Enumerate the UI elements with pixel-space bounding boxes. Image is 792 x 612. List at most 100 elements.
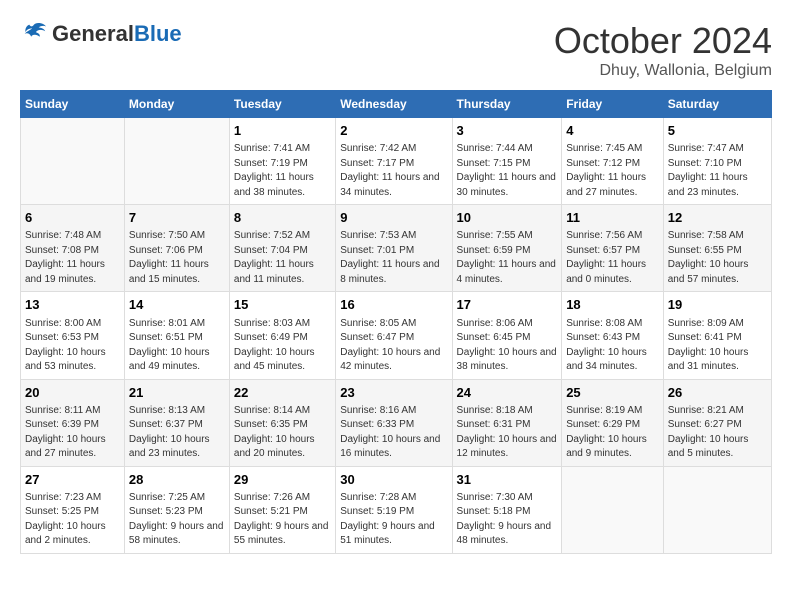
- day-number: 17: [457, 296, 558, 314]
- logo-text: GeneralBlue: [52, 22, 182, 46]
- day-info: Sunrise: 8:00 AM Sunset: 6:53 PM Dayligh…: [25, 317, 120, 375]
- column-header-saturday: Saturday: [663, 91, 771, 118]
- calendar-cell: 6Sunrise: 7:48 AM Sunset: 7:08 PM Daylig…: [21, 205, 125, 292]
- calendar-cell: 16 Sunrise: 8:05 AM Sunset: 6:47 PM Dayli…: [336, 292, 452, 379]
- calendar-cell: 21Sunrise: 8:13 AM Sunset: 6:37 PM Dayli…: [124, 379, 229, 466]
- day-info: Sunrise: 8:08 AM Sunset: 6:43 PM Dayligh…: [566, 317, 659, 375]
- day-info: Sunrise: 8:18 AM Sunset: 6:31 PM Dayligh…: [457, 404, 558, 462]
- day-info: Sunrise: 7:47 AM Sunset: 7:10 PM Dayligh…: [668, 142, 767, 200]
- calendar-cell: 15 Sunrise: 8:03 AM Sunset: 6:49 PM Dayli…: [229, 292, 335, 379]
- day-info: Sunrise: 7:28 AM Sunset: 5:19 PM Dayligh…: [340, 491, 447, 549]
- calendar-cell: 31 Sunrise: 7:30 AM Sunset: 5:18 PM Dayli…: [452, 466, 562, 553]
- calendar-cell: 10 Sunrise: 7:55 AM Sunset: 6:59 PM Dayli…: [452, 205, 562, 292]
- day-info: Sunrise: 7:30 AM Sunset: 5:18 PM Dayligh…: [457, 491, 558, 549]
- day-number: 19: [668, 296, 767, 314]
- day-number: 30: [340, 471, 447, 489]
- location-subtitle: Dhuy, Wallonia, Belgium: [554, 62, 772, 80]
- day-info: Sunrise: 8:03 AM Sunset: 6:49 PM Dayligh…: [234, 317, 331, 375]
- day-number: 6: [25, 209, 120, 227]
- column-header-thursday: Thursday: [452, 91, 562, 118]
- calendar-cell: 29 Sunrise: 7:26 AM Sunset: 5:21 PM Dayli…: [229, 466, 335, 553]
- day-info: Sunrise: 8:19 AM Sunset: 6:29 PM Dayligh…: [566, 404, 659, 462]
- column-header-friday: Friday: [562, 91, 664, 118]
- day-number: 12: [668, 209, 767, 227]
- day-info: Sunrise: 7:25 AM Sunset: 5:23 PM Dayligh…: [129, 491, 225, 549]
- calendar-cell: 25 Sunrise: 8:19 AM Sunset: 6:29 PM Dayli…: [562, 379, 664, 466]
- day-number: 7: [129, 209, 225, 227]
- day-number: 4: [566, 122, 659, 140]
- calendar-cell: 2 Sunrise: 7:42 AM Sunset: 7:17 PM Daylig…: [336, 118, 452, 205]
- calendar-week-2: 6Sunrise: 7:48 AM Sunset: 7:08 PM Daylig…: [21, 205, 772, 292]
- day-info: Sunrise: 8:01 AM Sunset: 6:51 PM Dayligh…: [129, 317, 225, 375]
- calendar-cell: 12 Sunrise: 7:58 AM Sunset: 6:55 PM Dayli…: [663, 205, 771, 292]
- day-number: 25: [566, 384, 659, 402]
- column-header-monday: Monday: [124, 91, 229, 118]
- month-title: October 2024: [554, 20, 772, 62]
- day-number: 13: [25, 296, 120, 314]
- day-number: 2: [340, 122, 447, 140]
- day-number: 23: [340, 384, 447, 402]
- day-number: 18: [566, 296, 659, 314]
- day-info: Sunrise: 8:14 AM Sunset: 6:35 PM Dayligh…: [234, 404, 331, 462]
- calendar-cell: 30 Sunrise: 7:28 AM Sunset: 5:19 PM Dayli…: [336, 466, 452, 553]
- calendar-cell: 26 Sunrise: 8:21 AM Sunset: 6:27 PM Dayli…: [663, 379, 771, 466]
- calendar-header: SundayMondayTuesdayWednesdayThursdayFrid…: [21, 91, 772, 118]
- calendar-cell: 4Sunrise: 7:45 AM Sunset: 7:12 PM Daylig…: [562, 118, 664, 205]
- day-info: Sunrise: 8:06 AM Sunset: 6:45 PM Dayligh…: [457, 317, 558, 375]
- logo: GeneralBlue: [20, 20, 182, 48]
- day-info: Sunrise: 7:41 AM Sunset: 7:19 PM Dayligh…: [234, 142, 331, 200]
- calendar-cell: 27Sunrise: 7:23 AM Sunset: 5:25 PM Dayli…: [21, 466, 125, 553]
- calendar-cell: [124, 118, 229, 205]
- day-number: 11: [566, 209, 659, 227]
- day-info: Sunrise: 8:09 AM Sunset: 6:41 PM Dayligh…: [668, 317, 767, 375]
- calendar-cell: [562, 466, 664, 553]
- column-header-wednesday: Wednesday: [336, 91, 452, 118]
- calendar-cell: 11 Sunrise: 7:56 AM Sunset: 6:57 PM Dayli…: [562, 205, 664, 292]
- day-number: 10: [457, 209, 558, 227]
- calendar-cell: 7Sunrise: 7:50 AM Sunset: 7:06 PM Daylig…: [124, 205, 229, 292]
- day-number: 21: [129, 384, 225, 402]
- day-number: 5: [668, 122, 767, 140]
- day-info: Sunrise: 7:53 AM Sunset: 7:01 PM Dayligh…: [340, 229, 447, 287]
- day-number: 3: [457, 122, 558, 140]
- day-number: 31: [457, 471, 558, 489]
- day-info: Sunrise: 7:58 AM Sunset: 6:55 PM Dayligh…: [668, 229, 767, 287]
- day-number: 24: [457, 384, 558, 402]
- header-row: SundayMondayTuesdayWednesdayThursdayFrid…: [21, 91, 772, 118]
- day-info: Sunrise: 8:05 AM Sunset: 6:47 PM Dayligh…: [340, 317, 447, 375]
- calendar-cell: [663, 466, 771, 553]
- calendar-week-3: 13 Sunrise: 8:00 AM Sunset: 6:53 PM Dayli…: [21, 292, 772, 379]
- logo-bird-icon: [20, 20, 48, 48]
- column-header-sunday: Sunday: [21, 91, 125, 118]
- calendar-cell: [21, 118, 125, 205]
- calendar-cell: 13 Sunrise: 8:00 AM Sunset: 6:53 PM Dayli…: [21, 292, 125, 379]
- day-info: Sunrise: 7:26 AM Sunset: 5:21 PM Dayligh…: [234, 491, 331, 549]
- calendar-cell: 17 Sunrise: 8:06 AM Sunset: 6:45 PM Dayli…: [452, 292, 562, 379]
- day-number: 29: [234, 471, 331, 489]
- day-number: 16: [340, 296, 447, 314]
- day-number: 20: [25, 384, 120, 402]
- day-number: 26: [668, 384, 767, 402]
- calendar-cell: 19 Sunrise: 8:09 AM Sunset: 6:41 PM Dayli…: [663, 292, 771, 379]
- day-info: Sunrise: 7:56 AM Sunset: 6:57 PM Dayligh…: [566, 229, 659, 287]
- day-info: Sunrise: 7:44 AM Sunset: 7:15 PM Dayligh…: [457, 142, 558, 200]
- calendar-cell: 9 Sunrise: 7:53 AM Sunset: 7:01 PM Daylig…: [336, 205, 452, 292]
- day-info: Sunrise: 8:21 AM Sunset: 6:27 PM Dayligh…: [668, 404, 767, 462]
- day-number: 14: [129, 296, 225, 314]
- calendar-cell: 20Sunrise: 8:11 AM Sunset: 6:39 PM Dayli…: [21, 379, 125, 466]
- day-number: 1: [234, 122, 331, 140]
- calendar-cell: 23Sunrise: 8:16 AM Sunset: 6:33 PM Dayli…: [336, 379, 452, 466]
- calendar-cell: 22 Sunrise: 8:14 AM Sunset: 6:35 PM Dayli…: [229, 379, 335, 466]
- title-block: October 2024 Dhuy, Wallonia, Belgium: [554, 20, 772, 80]
- day-number: 22: [234, 384, 331, 402]
- page-header: GeneralBlue October 2024 Dhuy, Wallonia,…: [20, 20, 772, 80]
- calendar-cell: 28Sunrise: 7:25 AM Sunset: 5:23 PM Dayli…: [124, 466, 229, 553]
- day-number: 9: [340, 209, 447, 227]
- calendar-week-5: 27Sunrise: 7:23 AM Sunset: 5:25 PM Dayli…: [21, 466, 772, 553]
- day-number: 15: [234, 296, 331, 314]
- day-info: Sunrise: 7:42 AM Sunset: 7:17 PM Dayligh…: [340, 142, 447, 200]
- column-header-tuesday: Tuesday: [229, 91, 335, 118]
- day-info: Sunrise: 7:55 AM Sunset: 6:59 PM Dayligh…: [457, 229, 558, 287]
- calendar-cell: 3 Sunrise: 7:44 AM Sunset: 7:15 PM Daylig…: [452, 118, 562, 205]
- calendar-week-4: 20Sunrise: 8:11 AM Sunset: 6:39 PM Dayli…: [21, 379, 772, 466]
